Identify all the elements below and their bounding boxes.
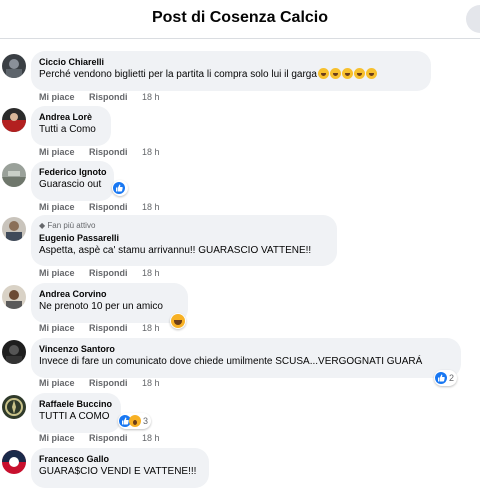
reaction-summary[interactable]	[170, 313, 186, 329]
top-fan-badge: ◆ Fan più attivo	[39, 221, 96, 230]
avatar[interactable]	[2, 217, 26, 241]
comment-time[interactable]: 18 h	[142, 433, 160, 443]
comment-author[interactable]: Andrea Corvino	[39, 288, 179, 300]
comment-text: GUARA$CIO VENDI E VATTENE!!!	[39, 466, 197, 477]
comment-time[interactable]: 18 h	[142, 268, 160, 278]
reply-link[interactable]: Rispondi	[89, 147, 128, 157]
reaction-count: 3	[143, 416, 149, 426]
haha-reaction-icon	[171, 314, 185, 328]
like-link[interactable]: Mi piace	[39, 268, 75, 278]
like-reaction-icon	[435, 372, 447, 384]
comment-bubble: Federico Ignoto Guarascio out	[31, 161, 114, 201]
comment-author[interactable]: Raffaele Buccino	[39, 398, 112, 410]
scrollbar[interactable]	[474, 39, 480, 486]
reaction-count: 2	[449, 373, 455, 383]
avatar[interactable]	[2, 285, 26, 309]
comment-time[interactable]: 18 h	[142, 378, 160, 388]
comment-bubble: Raffaele Buccino TUTTI A COMO	[31, 393, 121, 433]
like-link[interactable]: Mi piace	[39, 378, 75, 388]
comment-text: Invece di fare un comunicato dove chiede…	[39, 356, 423, 367]
avatar[interactable]	[2, 163, 26, 187]
comment-actions: Mi piace Rispondi 18 h	[39, 147, 172, 157]
wow-reaction-icon	[129, 415, 141, 427]
comment-author[interactable]: Vincenzo Santoro	[39, 343, 452, 355]
comment-text: Ne prenoto 10 per un amico	[39, 301, 163, 312]
comment-actions: Mi piace Rispondi 18 h	[39, 92, 172, 102]
reply-link[interactable]: Rispondi	[89, 378, 128, 388]
reply-link[interactable]: Rispondi	[89, 268, 128, 278]
comment-text: Tutti a Como	[39, 124, 96, 135]
comment-time[interactable]: 18 h	[142, 323, 160, 333]
like-link[interactable]: Mi piace	[39, 433, 75, 443]
reply-link[interactable]: Rispondi	[89, 92, 128, 102]
avatar[interactable]	[2, 395, 26, 419]
reply-link[interactable]: Rispondi	[89, 323, 128, 333]
like-link[interactable]: Mi piace	[39, 92, 75, 102]
avatar[interactable]	[2, 108, 26, 132]
comment-author[interactable]: Andrea Lorè	[39, 111, 102, 123]
comment-text: TUTTI A COMO	[39, 411, 110, 422]
like-link[interactable]: Mi piace	[39, 323, 75, 333]
comment-text: Guarascio out	[39, 179, 102, 190]
comment-bubble: Francesco Gallo GUARA$CIO VENDI E VATTEN…	[31, 448, 209, 488]
dialog-header: Post di Cosenza Calcio	[0, 0, 480, 39]
comment-actions: Mi piace Rispondi 18 h	[39, 378, 172, 388]
comment-author[interactable]: Francesco Gallo	[39, 453, 200, 465]
comment-author[interactable]: Federico Ignoto	[39, 166, 107, 178]
avatar[interactable]	[2, 340, 26, 364]
comment-time[interactable]: 18 h	[142, 147, 160, 157]
avatar[interactable]	[2, 54, 26, 78]
comment-text: Aspetta, aspè ca' stamu arrivannu!! GUAR…	[39, 245, 312, 256]
reaction-summary[interactable]: 2	[434, 370, 458, 386]
comment-bubble: ◆ Fan più attivo Eugenio Passarelli Aspe…	[31, 215, 337, 266]
comment-actions: Mi piace Rispondi 18 h	[39, 433, 172, 443]
comment-bubble: Andrea Lorè Tutti a Como	[31, 106, 111, 146]
comment-actions: Mi piace Rispondi 18 h	[39, 268, 172, 278]
dialog-title: Post di Cosenza Calcio	[151, 9, 329, 26]
reply-link[interactable]: Rispondi	[89, 202, 128, 212]
comment-actions: Mi piace Rispondi 18 h	[39, 202, 172, 212]
reaction-summary[interactable]: 3	[118, 413, 152, 429]
like-link[interactable]: Mi piace	[39, 147, 75, 157]
comment-author[interactable]: Ciccio Chiarelli	[39, 56, 422, 68]
comment-text: Perché vendono biglietti per la partita …	[39, 68, 422, 82]
comment-time[interactable]: 18 h	[142, 202, 160, 212]
comment-bubble: Vincenzo Santoro Invece di fare un comun…	[31, 338, 461, 378]
comment-actions: Mi piace Rispondi 18 h	[39, 323, 172, 333]
reply-link[interactable]: Rispondi	[89, 433, 128, 443]
comment-bubble: Andrea Corvino Ne prenoto 10 per un amic…	[31, 283, 188, 323]
comment-time[interactable]: 18 h	[142, 92, 160, 102]
like-link[interactable]: Mi piace	[39, 202, 75, 212]
like-reaction-icon	[113, 182, 125, 194]
reaction-summary[interactable]	[112, 180, 128, 196]
grin-squint-emoji-icon	[317, 68, 377, 80]
comment-author[interactable]: Eugenio Passarelli	[39, 232, 328, 244]
comment-bubble: Ciccio Chiarelli Perché vendono bigliett…	[31, 51, 431, 91]
avatar[interactable]	[2, 450, 26, 474]
